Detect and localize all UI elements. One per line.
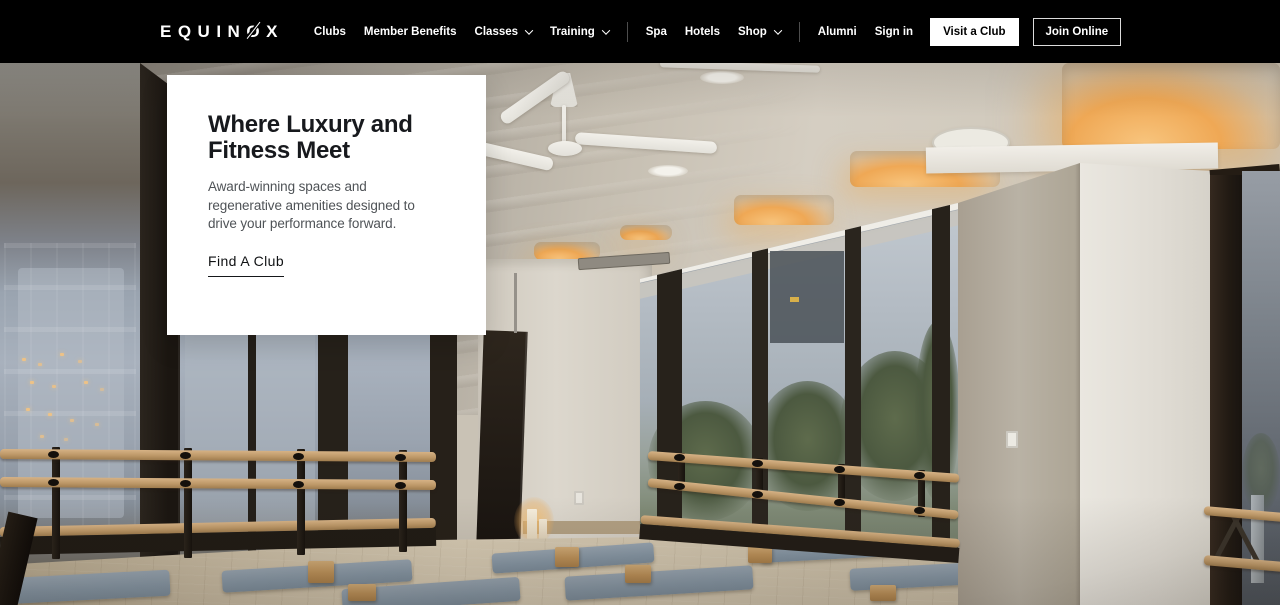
nav-item-spa[interactable]: Spa xyxy=(646,26,667,38)
top-navigation: EQUINO X Clubs Member Benefits Classes Tr… xyxy=(0,0,1280,63)
chevron-down-icon xyxy=(524,25,534,35)
hero-title: Where Luxury and Fitness Meet xyxy=(208,111,413,164)
downlight xyxy=(700,71,744,84)
window-mullion xyxy=(657,269,682,541)
barre-post xyxy=(399,450,407,552)
candle xyxy=(539,519,547,541)
nav-links: Clubs Member Benefits Classes Training S… xyxy=(314,21,913,42)
chevron-down-icon xyxy=(601,25,611,35)
yoga-block xyxy=(625,565,651,583)
visit-a-club-button[interactable]: Visit a Club xyxy=(930,17,1019,46)
yoga-block xyxy=(555,547,579,567)
nav-divider xyxy=(798,21,800,42)
nav-item-hotels[interactable]: Hotels xyxy=(685,26,720,38)
nav-item-member-benefits[interactable]: Member Benefits xyxy=(364,26,457,38)
candle xyxy=(527,509,537,539)
corner-wall xyxy=(476,259,652,546)
wall-conduit xyxy=(514,273,517,333)
nav-item-clubs[interactable]: Clubs xyxy=(314,26,346,38)
column xyxy=(958,163,1210,605)
logo-o: O xyxy=(245,20,267,41)
equinox-logo[interactable]: EQUINO X xyxy=(160,20,284,42)
hero-subtext: Award-winning spaces and regenerative am… xyxy=(208,179,415,231)
nav-item-classes[interactable]: Classes xyxy=(475,25,534,38)
find-a-club-link[interactable]: Find A Club xyxy=(208,253,284,277)
light-switch xyxy=(574,491,584,505)
light-switch xyxy=(1006,431,1018,448)
crane-light xyxy=(790,297,799,302)
nav-item-alumni[interactable]: Alumni xyxy=(818,26,857,38)
window-mullion xyxy=(932,205,950,547)
hero-card: Where Luxury and Fitness Meet Award-winni… xyxy=(167,75,486,335)
distant-building xyxy=(770,251,844,343)
barre-post xyxy=(52,447,60,559)
barre-post xyxy=(297,449,305,555)
recessed-amber-light xyxy=(620,225,672,240)
yoga-block xyxy=(348,584,376,601)
downlight xyxy=(648,165,688,177)
join-online-button[interactable]: Join Online xyxy=(1032,17,1122,46)
window-mullion xyxy=(845,225,861,545)
nav-divider xyxy=(626,21,628,42)
logo-text: EQUIN xyxy=(160,21,247,41)
recessed-amber-light xyxy=(734,195,834,225)
recessed-amber-light xyxy=(1062,63,1280,149)
ceiling-fan-hub xyxy=(548,141,582,156)
chevron-down-icon xyxy=(773,25,783,35)
nav-item-training[interactable]: Training xyxy=(550,25,611,38)
nav-item-shop[interactable]: Shop xyxy=(738,25,783,38)
nav-item-sign-in[interactable]: Sign in xyxy=(875,26,913,38)
yoga-block xyxy=(870,585,896,601)
yoga-block xyxy=(308,561,334,583)
barre-post xyxy=(184,448,192,558)
building-floors xyxy=(4,243,136,543)
